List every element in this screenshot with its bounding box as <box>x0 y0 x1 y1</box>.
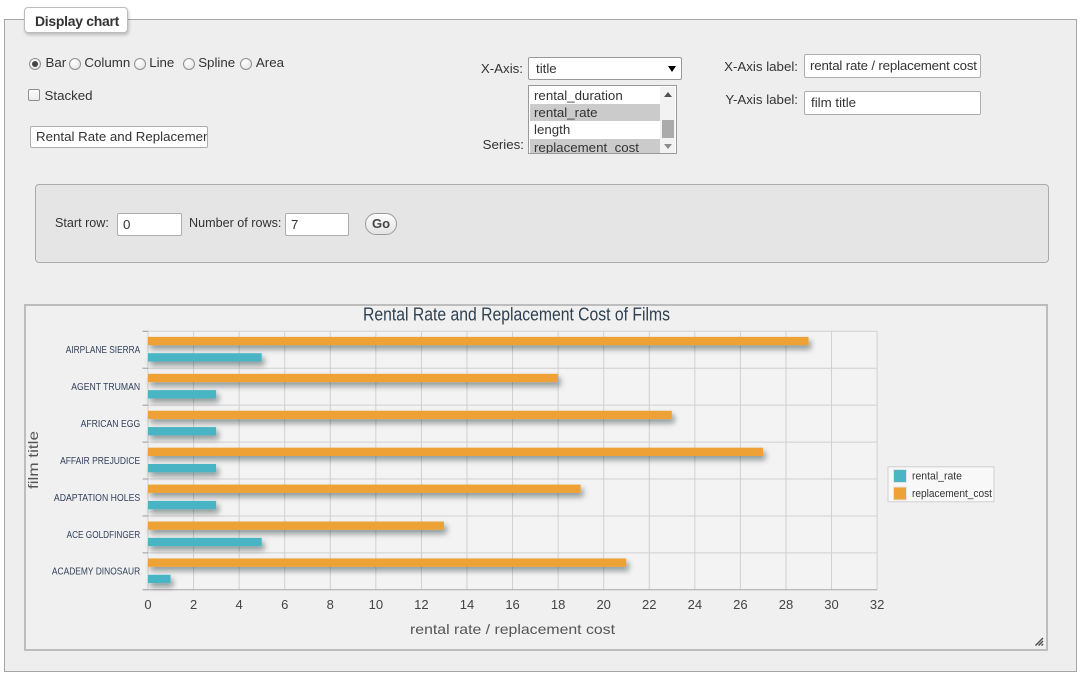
svg-text:20: 20 <box>596 597 610 612</box>
svg-text:30: 30 <box>824 597 838 612</box>
svg-text:ADAPTATION HOLES: ADAPTATION HOLES <box>54 493 141 504</box>
svg-text:14: 14 <box>460 597 474 612</box>
svg-text:AFFAIR PREJUDICE: AFFAIR PREJUDICE <box>60 456 140 467</box>
svg-text:10: 10 <box>369 597 383 612</box>
svg-text:22: 22 <box>642 597 656 612</box>
svg-text:4: 4 <box>236 597 243 612</box>
svg-text:AFRICAN EGG: AFRICAN EGG <box>81 419 141 430</box>
svg-text:6: 6 <box>281 597 288 612</box>
svg-text:26: 26 <box>733 597 747 612</box>
svg-text:AIRPLANE SIERRA: AIRPLANE SIERRA <box>66 345 141 356</box>
svg-text:AGENT TRUMAN: AGENT TRUMAN <box>71 382 140 393</box>
svg-text:8: 8 <box>327 597 334 612</box>
svg-text:32: 32 <box>870 597 884 612</box>
svg-text:replacement_cost: replacement_cost <box>912 488 992 500</box>
svg-text:rental_rate: rental_rate <box>912 470 962 482</box>
svg-text:16: 16 <box>505 597 519 612</box>
svg-text:18: 18 <box>551 597 565 612</box>
svg-text:ACADEMY DINOSAUR: ACADEMY DINOSAUR <box>52 567 140 578</box>
svg-text:rental rate / replacement cost: rental rate / replacement cost <box>410 621 615 637</box>
svg-text:2: 2 <box>190 597 197 612</box>
svg-text:Rental Rate and Replacement Co: Rental Rate and Replacement Cost of Film… <box>363 305 670 325</box>
svg-text:film title: film title <box>25 431 41 489</box>
svg-text:0: 0 <box>144 597 151 612</box>
svg-text:28: 28 <box>779 597 793 612</box>
svg-text:12: 12 <box>414 597 428 612</box>
svg-text:ACE GOLDFINGER: ACE GOLDFINGER <box>67 530 141 541</box>
svg-text:24: 24 <box>688 597 702 612</box>
